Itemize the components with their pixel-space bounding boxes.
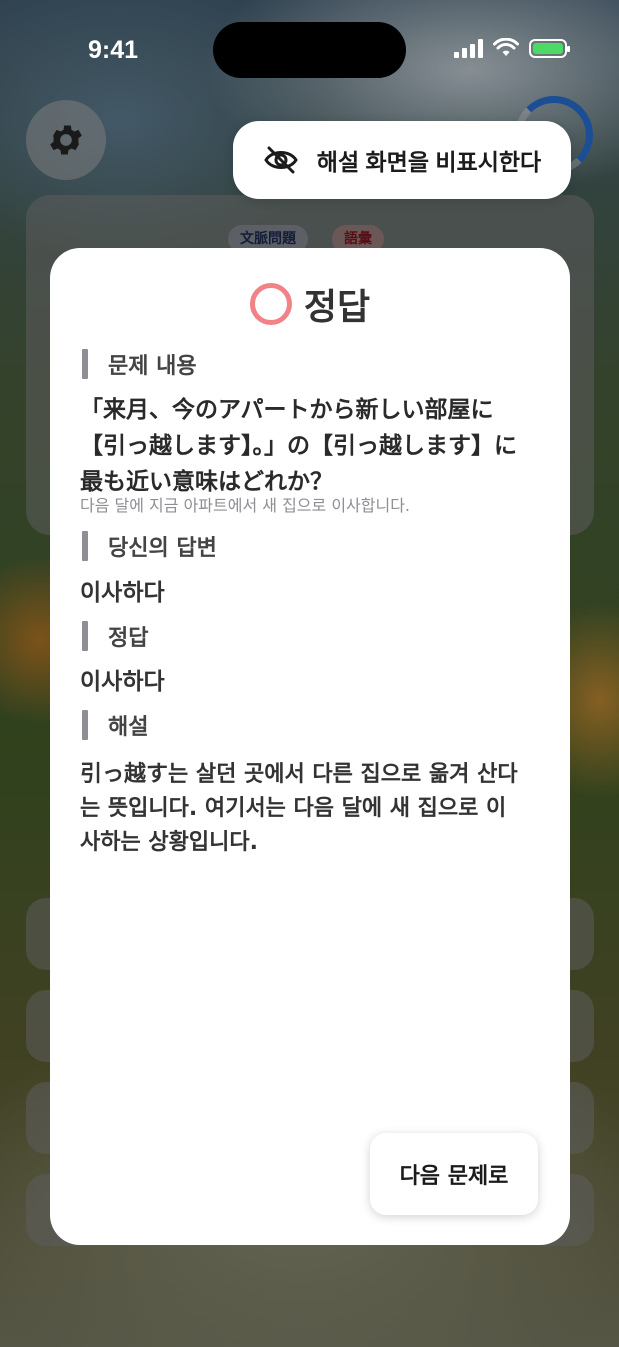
heading-bar (82, 621, 88, 651)
status-time: 9:41 (88, 36, 139, 64)
explanation-text: 引っ越す는 살던 곳에서 다른 집으로 옮겨 산다는 뜻입니다. 여기서는 다음… (80, 762, 518, 855)
your-answer: 이사하다 (80, 580, 165, 606)
correct-answer-heading: 정답 (82, 620, 148, 652)
explanation-modal: 정답 문제 내용 「来月、今のアパートから新しい部屋に【引っ越します】。」の【引… (50, 248, 570, 1245)
your-answer-heading: 당신의 답변 (82, 530, 217, 562)
dynamic-island (213, 22, 406, 78)
question-heading: 문제 내용 (82, 348, 197, 380)
correct-answer: 이사하다 (80, 669, 165, 695)
explanation-heading-label: 해설 (108, 715, 149, 740)
wifi-icon (493, 38, 519, 56)
correct-answer-heading-label: 정답 (108, 626, 149, 651)
eye-slash-icon (264, 146, 298, 174)
question-translation: 다음 달에 지금 아파트에서 새 집으로 이사합니다. (80, 496, 411, 515)
heading-bar (82, 710, 88, 740)
result-title: 정답 (303, 287, 371, 328)
question-heading-label: 문제 내용 (108, 354, 197, 379)
battery-icon (529, 38, 570, 58)
hide-explanation-label: 해설 화면을 비표시한다 (316, 149, 542, 175)
question-text: 「来月、今のアパートから新しい部屋に【引っ越します】。」の【引っ越します】に最も… (80, 397, 517, 495)
hide-explanation-button[interactable]: 해설 화면을 비표시한다 (233, 121, 571, 199)
heading-bar (82, 349, 88, 379)
explanation-heading: 해설 (82, 709, 148, 741)
heading-bar (82, 531, 88, 561)
your-answer-heading-label: 당신의 답변 (108, 536, 217, 561)
result-header: 정답 (50, 278, 570, 330)
signal-icon (454, 38, 483, 58)
status-icons (454, 38, 570, 58)
next-question-button[interactable]: 다음 문제로 (370, 1133, 538, 1215)
circle-correct-icon (249, 283, 292, 325)
